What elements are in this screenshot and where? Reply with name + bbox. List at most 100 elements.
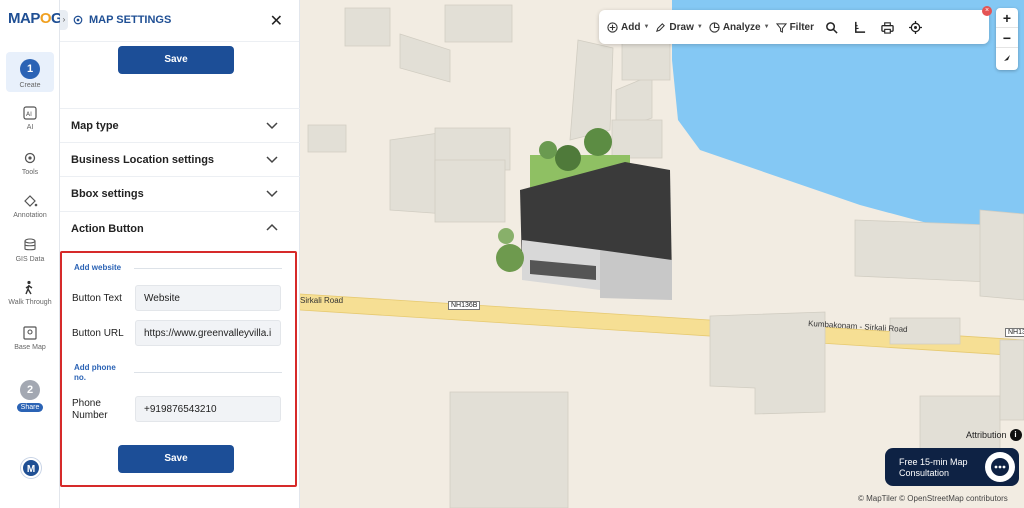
accordion-label: Bbox settings (71, 188, 144, 200)
crosshair-icon (908, 20, 922, 34)
locate-button[interactable] (904, 16, 926, 38)
accordion-bbox-settings[interactable]: Bbox settings (60, 176, 300, 210)
walking-person-icon (25, 280, 33, 295)
accordion-label: Business Location settings (71, 154, 215, 166)
pencil-icon (656, 22, 666, 32)
accordion-action-button[interactable]: Action Button (60, 211, 300, 245)
rail-step-label: Share (16, 403, 44, 412)
add-phone-heading-line2: no. (74, 373, 86, 382)
search-button[interactable] (820, 16, 842, 38)
ai-icon: AI (23, 106, 37, 120)
ruler-icon (854, 21, 865, 33)
mapog-logo[interactable]: MAPOG (8, 10, 63, 27)
phone-number-input[interactable] (135, 396, 281, 422)
rail-item-ai[interactable]: AI AI (6, 105, 54, 131)
map-canvas[interactable]: Sirkali Road Kumbakonam - Sirkali Road N… (300, 0, 1024, 508)
caret-down-icon: ▼ (763, 24, 770, 30)
accordion-map-type[interactable]: Map type (60, 108, 300, 142)
analyze-tool[interactable]: Analyze ▼ (709, 22, 770, 33)
panel-header: › MAP SETTINGS ✕ (60, 0, 299, 42)
top-save-button[interactable]: Save (118, 46, 234, 74)
accordion-business-location[interactable]: Business Location settings (60, 142, 300, 176)
chevron-down-icon (266, 122, 278, 130)
attribution-label: Attribution (966, 430, 1007, 440)
compass-icon (1004, 55, 1010, 61)
map-tiles (300, 0, 1024, 508)
add-tool-label: Add (621, 21, 641, 33)
compass-button[interactable] (996, 48, 1018, 68)
user-avatar[interactable]: M (21, 458, 41, 478)
action-save-button[interactable]: Save (118, 445, 234, 473)
rail-item-annotation[interactable]: Annotation (6, 193, 54, 219)
caret-down-icon: ▼ (643, 24, 650, 30)
rail-item-tools[interactable]: Tools (6, 150, 54, 176)
map-toolbar: Add ▼ Draw ▼ Analyze ▼ Filter (599, 10, 989, 44)
rail-step-create[interactable]: 1 Create (6, 52, 54, 92)
rail-item-label: GIS Data (15, 256, 45, 263)
paint-bucket-icon (24, 195, 38, 207)
rail-item-label: Tools (21, 169, 39, 176)
chevron-down-icon (266, 156, 278, 164)
filter-icon (775, 22, 787, 33)
consult-text-line2: Consultation (899, 468, 950, 478)
accordion-label: Action Button (71, 223, 144, 235)
layers-icon (24, 238, 36, 251)
add-phone-heading-line1: Add phone (74, 363, 116, 372)
road-label: Sirkali Road (300, 296, 344, 305)
rail-step-label: Create (19, 82, 41, 89)
rail-item-base-map[interactable]: Base Map (6, 325, 54, 351)
close-icon[interactable]: ✕ (270, 11, 283, 31)
map-icon (23, 326, 37, 340)
zoom-out-button[interactable]: − (996, 28, 1018, 48)
rail-item-gis-data[interactable]: GIS Data (6, 237, 54, 263)
chevron-up-icon (266, 223, 278, 231)
left-rail: MAPOG 1 Create AI AI Tools Annotation GI… (0, 0, 63, 508)
phone-number-label-line2: Number (72, 410, 108, 421)
phone-number-label-line1: Phone (72, 398, 101, 409)
map-settings-panel: › MAP SETTINGS ✕ Save Map type Business … (60, 0, 300, 508)
button-text-input[interactable] (135, 285, 281, 311)
panel-title: MAP SETTINGS (72, 14, 171, 26)
rail-item-label: Walk Through (8, 299, 52, 306)
step-number: 1 (20, 59, 40, 79)
close-toolbar-badge[interactable]: × (982, 6, 992, 16)
highway-shield: NH136B (448, 301, 481, 310)
rail-item-label: Annotation (13, 212, 47, 219)
rail-step-share[interactable]: 2 Share (6, 380, 54, 412)
zoom-in-button[interactable]: + (996, 8, 1018, 28)
chevron-down-icon (266, 190, 278, 198)
draw-tool-label: Draw (669, 21, 694, 33)
filter-tool-label: Filter (789, 21, 815, 33)
accordion-label: Map type (71, 120, 119, 132)
button-url-input[interactable] (135, 320, 281, 346)
rail-item-walk-through[interactable]: Walk Through (6, 280, 54, 306)
button-text-label: Button Text (72, 293, 122, 304)
printer-icon (880, 21, 894, 34)
panel-title-text: MAP SETTINGS (89, 14, 172, 26)
collapse-panel-button[interactable]: › (60, 10, 68, 30)
svg-text:AI: AI (26, 111, 32, 118)
free-consultation-widget[interactable]: Free 15-min Map Consultation (885, 448, 1019, 486)
measure-button[interactable] (848, 16, 870, 38)
draw-tool[interactable]: Draw ▼ (655, 21, 703, 33)
info-icon: i (1009, 429, 1022, 441)
step-number: 2 (20, 380, 40, 400)
gear-icon (24, 152, 36, 164)
attribution-toggle[interactable]: Attribution i (966, 429, 1022, 441)
consult-text-line1: Free 15-min Map (899, 457, 968, 467)
search-icon (825, 21, 838, 34)
chat-bubble-icon[interactable] (985, 452, 1015, 482)
filter-tool[interactable]: Filter (775, 21, 815, 33)
highway-shield: NH13 (1005, 328, 1024, 337)
analyze-tool-label: Analyze (722, 21, 761, 33)
rail-item-label: AI (26, 124, 34, 131)
zoom-controls: + − (996, 8, 1018, 70)
pie-chart-icon (709, 21, 720, 33)
section-divider (134, 268, 282, 269)
print-button[interactable] (876, 16, 898, 38)
map-copyright: © MapTiler © OpenStreetMap contributors (858, 494, 1008, 503)
settings-gear-icon (73, 15, 83, 25)
add-website-heading: Add website (74, 263, 122, 272)
plus-circle-icon (607, 21, 618, 33)
add-tool[interactable]: Add ▼ (607, 22, 649, 33)
